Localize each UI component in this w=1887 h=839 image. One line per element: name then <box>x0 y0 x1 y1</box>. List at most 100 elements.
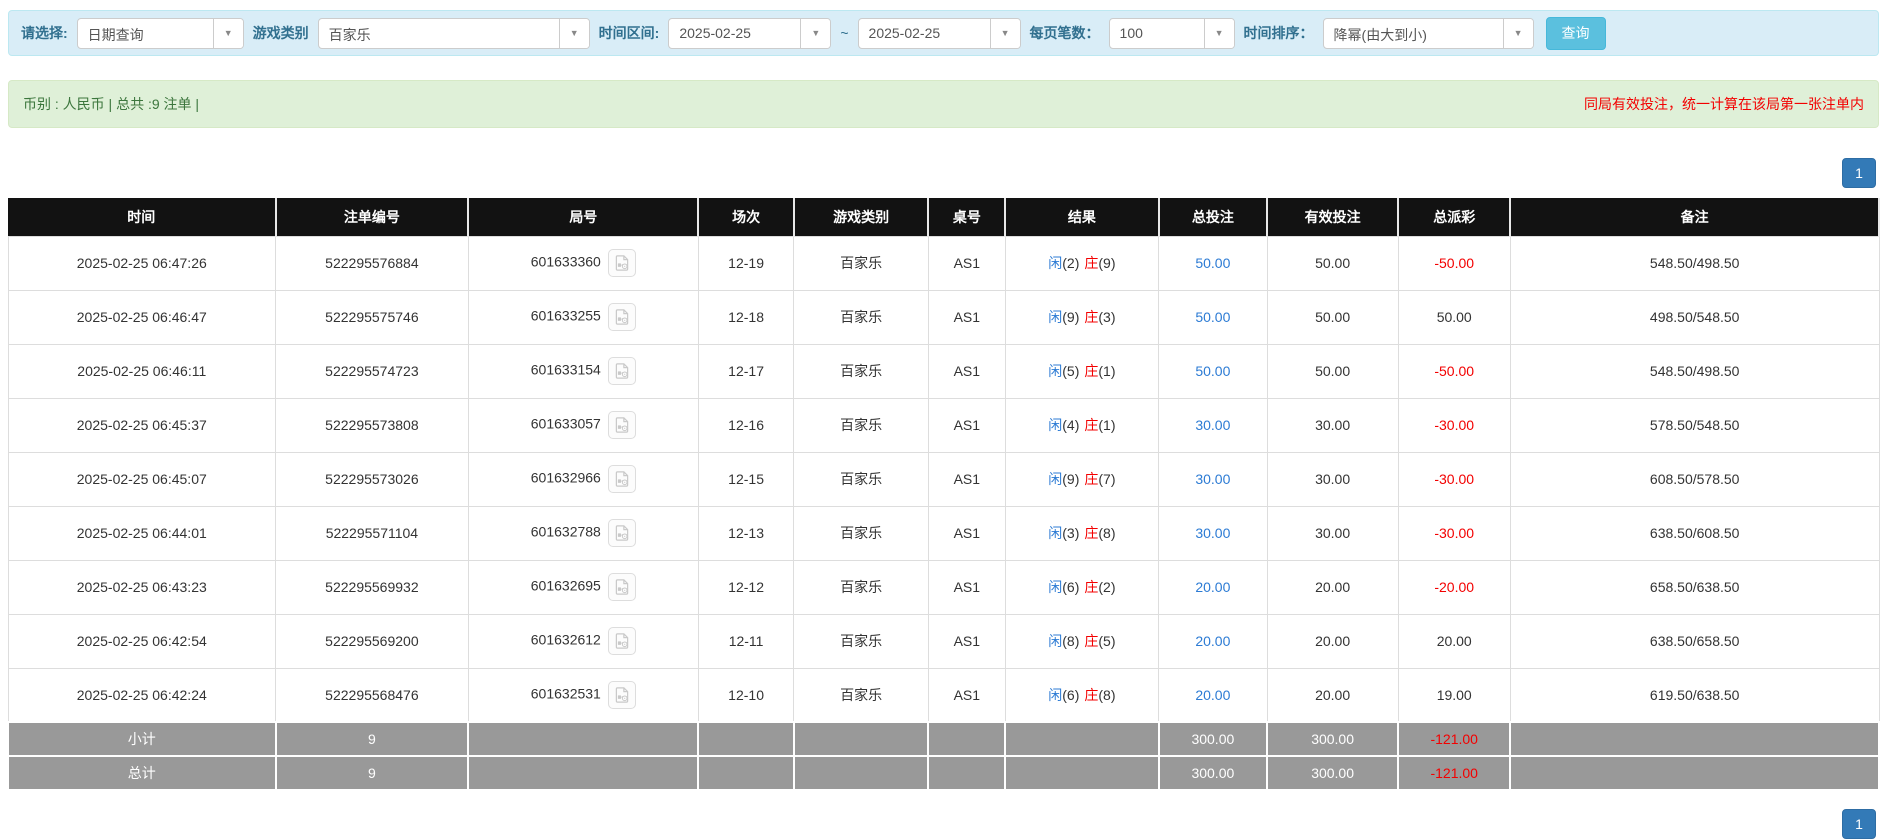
video-file-icon <box>613 416 631 434</box>
page-size-label: 每页笔数： <box>1030 23 1100 43</box>
query-type-select[interactable]: 日期查询 ▼ <box>77 18 244 49</box>
cell-valid-bet: 50.00 <box>1267 236 1398 290</box>
cell-session: 12-17 <box>698 344 793 398</box>
total-row: 总计9300.00300.00-121.00 <box>8 756 1879 790</box>
cell-bet-id: 522295573808 <box>276 398 469 452</box>
table-row: 2025-02-25 06:46:47522295575746601633255… <box>8 290 1879 344</box>
result-player-label: 闲 <box>1048 633 1062 649</box>
cell-game-category: 百家乐 <box>794 506 929 560</box>
sort-order-value: 降幂(由大到小) <box>1324 19 1503 48</box>
cell-time: 2025-02-25 06:44:01 <box>8 506 276 560</box>
date-to-value: 2025-02-25 <box>859 19 990 48</box>
result-banker-label: 庄 <box>1084 687 1098 703</box>
cell-round: 601632788 <box>468 506 698 560</box>
total-bet-link[interactable]: 20.00 <box>1195 633 1230 649</box>
video-replay-button[interactable] <box>608 411 636 439</box>
round-number: 601633057 <box>531 416 601 432</box>
cell-valid-bet: 30.00 <box>1267 452 1398 506</box>
cell-game-category: 百家乐 <box>794 614 929 668</box>
total-bet-link[interactable]: 50.00 <box>1195 309 1230 325</box>
video-file-icon <box>613 524 631 542</box>
total-bet-link[interactable]: 20.00 <box>1195 687 1230 703</box>
table-row: 2025-02-25 06:46:11522295574723601633154… <box>8 344 1879 398</box>
page-size-select[interactable]: 100 ▼ <box>1109 18 1235 49</box>
total-bet-link[interactable]: 30.00 <box>1195 525 1230 541</box>
search-button[interactable]: 查询 <box>1546 17 1606 50</box>
cell-bet-id: 522295575746 <box>276 290 469 344</box>
pagination-page-1[interactable]: 1 <box>1842 158 1876 188</box>
cell-result: 闲(5)庄(1) <box>1005 344 1158 398</box>
cell-valid-bet: 20.00 <box>1267 668 1398 722</box>
cell-time: 2025-02-25 06:47:26 <box>8 236 276 290</box>
result-player-label: 闲 <box>1048 687 1062 703</box>
total-label: 总计 <box>8 756 276 790</box>
cell-round: 601632531 <box>468 668 698 722</box>
pagination-page-1-bottom[interactable]: 1 <box>1842 809 1876 839</box>
result-player-score: (6) <box>1062 687 1079 703</box>
round-number: 601632966 <box>531 470 601 486</box>
cell-payout: 20.00 <box>1398 614 1510 668</box>
cell-round: 601632695 <box>468 560 698 614</box>
table-row: 2025-02-25 06:47:26522295576884601633360… <box>8 236 1879 290</box>
cell-table-number: AS1 <box>928 290 1005 344</box>
date-from-select[interactable]: 2025-02-25 ▼ <box>668 18 831 49</box>
video-replay-button[interactable] <box>608 627 636 655</box>
result-banker-score: (8) <box>1098 525 1115 541</box>
result-banker-label: 庄 <box>1084 579 1098 595</box>
cell-session: 12-18 <box>698 290 793 344</box>
cell-bet-id: 522295576884 <box>276 236 469 290</box>
date-to-select[interactable]: 2025-02-25 ▼ <box>858 18 1021 49</box>
cell-remark: 548.50/498.50 <box>1510 236 1879 290</box>
cell-table-number: AS1 <box>928 236 1005 290</box>
result-banker-score: (9) <box>1098 255 1115 271</box>
column-header: 注单编号 <box>276 198 469 236</box>
cell-result: 闲(8)庄(5) <box>1005 614 1158 668</box>
cell-round: 601633057 <box>468 398 698 452</box>
cell-payout: -30.00 <box>1398 506 1510 560</box>
total-bet-link[interactable]: 30.00 <box>1195 417 1230 433</box>
cell-remark: 498.50/548.50 <box>1510 290 1879 344</box>
video-replay-button[interactable] <box>608 303 636 331</box>
video-replay-button[interactable] <box>608 573 636 601</box>
total-bet-link[interactable]: 50.00 <box>1195 255 1230 271</box>
game-category-select[interactable]: 百家乐 ▼ <box>318 18 590 49</box>
cell-total-bet: 50.00 <box>1159 344 1268 398</box>
column-header: 游戏类别 <box>794 198 929 236</box>
cell-time: 2025-02-25 06:42:54 <box>8 614 276 668</box>
cell-table-number: AS1 <box>928 452 1005 506</box>
result-banker-label: 庄 <box>1084 255 1098 271</box>
cell-session: 12-12 <box>698 560 793 614</box>
cell-result: 闲(6)庄(8) <box>1005 668 1158 722</box>
result-banker-label: 庄 <box>1084 471 1098 487</box>
result-player-score: (5) <box>1062 363 1079 379</box>
video-replay-button[interactable] <box>608 249 636 277</box>
video-replay-button[interactable] <box>608 519 636 547</box>
table-row: 2025-02-25 06:42:24522295568476601632531… <box>8 668 1879 722</box>
cell-game-category: 百家乐 <box>794 668 929 722</box>
total-bet-link[interactable]: 50.00 <box>1195 363 1230 379</box>
video-replay-button[interactable] <box>608 681 636 709</box>
cell-session: 12-13 <box>698 506 793 560</box>
cell-remark: 608.50/578.50 <box>1510 452 1879 506</box>
cell-table-number: AS1 <box>928 344 1005 398</box>
sort-order-select[interactable]: 降幂(由大到小) ▼ <box>1323 18 1534 49</box>
round-number: 601633154 <box>531 362 601 378</box>
cell-bet-id: 522295571104 <box>276 506 469 560</box>
result-player-label: 闲 <box>1048 363 1062 379</box>
column-header: 总派彩 <box>1398 198 1510 236</box>
query-type-value: 日期查询 <box>78 19 213 48</box>
cell-total-bet: 20.00 <box>1159 668 1268 722</box>
total-bet-link[interactable]: 20.00 <box>1195 579 1230 595</box>
video-replay-button[interactable] <box>608 357 636 385</box>
cell-total-bet: 50.00 <box>1159 236 1268 290</box>
pagination-bottom: 1 <box>11 809 1876 839</box>
summary-bar: 币别 : 人民币 | 总共 :9 注单 | 同局有效投注，统一计算在该局第一张注… <box>8 80 1879 128</box>
subtotal-payout: -121.00 <box>1398 722 1510 756</box>
cell-result: 闲(2)庄(9) <box>1005 236 1158 290</box>
range-separator: ~ <box>840 25 848 41</box>
cell-valid-bet: 50.00 <box>1267 290 1398 344</box>
video-file-icon <box>613 578 631 596</box>
video-replay-button[interactable] <box>608 465 636 493</box>
total-bet-link[interactable]: 30.00 <box>1195 471 1230 487</box>
cell-remark: 578.50/548.50 <box>1510 398 1879 452</box>
